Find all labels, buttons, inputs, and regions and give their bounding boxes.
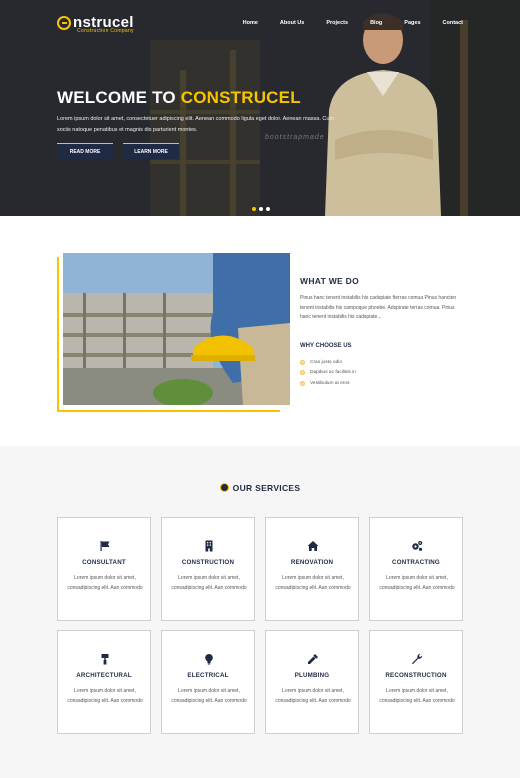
learn-more-button[interactable]: LEARN MORE bbox=[123, 143, 179, 159]
logo-mark-icon bbox=[57, 15, 71, 30]
service-description: Lorem ipsum dolor sit amet, consadipisci… bbox=[379, 575, 455, 591]
what-we-do-description: Pinus hanc tenent instabilis his cadspia… bbox=[300, 295, 457, 320]
building-icon bbox=[205, 540, 213, 552]
nav-about-us[interactable]: About Us bbox=[280, 20, 304, 26]
service-title: ELECTRICAL bbox=[187, 672, 229, 679]
service-description: Lorem ipsum dolor sit amet, consadipisci… bbox=[275, 688, 351, 704]
hero-title-prefix: WELCOME TO bbox=[57, 88, 181, 107]
service-description: Lorem ipsum dolor sit amet, consadipisci… bbox=[379, 688, 455, 704]
hero-section: nstrucel Construction Company Home About… bbox=[0, 0, 520, 216]
lightbulb-icon bbox=[205, 654, 213, 665]
service-card-construction[interactable]: CONSTRUCTION Lorem ipsum dolor sit amet,… bbox=[161, 517, 255, 621]
list-item: Vestibulum at eros bbox=[300, 378, 356, 389]
list-item-label: Dapibus ac facilisis in bbox=[310, 370, 356, 376]
slider-dot[interactable] bbox=[266, 207, 270, 211]
service-title: PLUMBING bbox=[294, 672, 330, 679]
services-title-text: OUR SERVICES bbox=[232, 483, 301, 493]
service-description: Lorem ipsum dolor sit amet, consadipisci… bbox=[67, 575, 143, 591]
nav-pages[interactable]: Pages bbox=[404, 20, 420, 26]
bullet-icon bbox=[300, 359, 305, 365]
service-title: RECONSTRUCTION bbox=[385, 672, 447, 679]
list-item: Cras justo odio bbox=[300, 357, 356, 368]
service-card-electrical[interactable]: ELECTRICAL Lorem ipsum dolor sit amet, c… bbox=[161, 630, 255, 734]
service-title: CONSULTANT bbox=[82, 559, 126, 566]
bullet-icon bbox=[300, 380, 305, 386]
service-title: CONTRACTING bbox=[392, 559, 440, 566]
main-nav: Home About Us Projects Blog Pages Contac… bbox=[221, 20, 463, 26]
list-item: Dapibus ac facilisis in bbox=[300, 368, 356, 379]
wrench-icon bbox=[412, 653, 423, 665]
logo-tagline: Construction Company bbox=[77, 28, 134, 34]
logo[interactable]: nstrucel Construction Company bbox=[57, 14, 134, 34]
paint-roller-icon bbox=[101, 654, 109, 665]
services-section: OUR SERVICES CONSULTANT Lorem ipsum dolo… bbox=[0, 446, 520, 778]
list-item-label: Cras justo odio bbox=[310, 359, 342, 365]
watermark: bootstrapmade bbox=[265, 134, 325, 141]
slider-dot[interactable] bbox=[259, 207, 263, 211]
service-description: Lorem ipsum dolor sit amet, consadipisci… bbox=[171, 575, 247, 591]
service-description: Lorem ipsum dolor sit amet, consadipisci… bbox=[171, 688, 247, 704]
flag-icon bbox=[100, 541, 110, 551]
nav-projects[interactable]: Projects bbox=[326, 20, 348, 26]
slider-dots bbox=[252, 207, 270, 211]
worker-helmet-image bbox=[63, 253, 290, 405]
bullet-icon bbox=[300, 370, 305, 376]
nav-contact[interactable]: Contact bbox=[443, 20, 463, 26]
list-item-label: Vestibulum at eros bbox=[310, 380, 350, 386]
service-title: CONSTRUCTION bbox=[181, 559, 235, 566]
hero-text: Lorem ipsum dolor sit amet, consectetuer… bbox=[57, 116, 334, 133]
what-we-do-section: WHAT WE DO Pinus hanc tenent instabilis … bbox=[0, 216, 520, 446]
read-more-button[interactable]: READ MORE bbox=[57, 143, 113, 159]
why-choose-us-title: WHY CHOOSE US bbox=[300, 343, 352, 349]
service-card-plumbing[interactable]: PLUMBING Lorem ipsum dolor sit amet, con… bbox=[265, 630, 359, 734]
slider-dot[interactable] bbox=[252, 207, 256, 211]
gear-badge-icon bbox=[219, 483, 229, 492]
nav-home[interactable]: Home bbox=[243, 20, 258, 26]
why-list: Cras justo odio Dapibus ac facilisis in … bbox=[300, 357, 356, 389]
home-icon bbox=[307, 541, 319, 551]
hero-title: WELCOME TO CONSTRUCEL bbox=[57, 88, 301, 108]
service-card-architectural[interactable]: ARCHITECTURAL Lorem ipsum dolor sit amet… bbox=[57, 630, 151, 734]
hero-worker-image bbox=[325, 13, 441, 216]
service-card-renovation[interactable]: RENOVATION Lorem ipsum dolor sit amet, c… bbox=[265, 517, 359, 621]
hero-title-accent: CONSTRUCEL bbox=[180, 88, 301, 107]
service-title: RENOVATION bbox=[290, 559, 334, 566]
service-card-consultant[interactable]: CONSULTANT Lorem ipsum dolor sit amet, c… bbox=[57, 517, 151, 621]
service-card-reconstruction[interactable]: RECONSTRUCTION Lorem ipsum dolor sit ame… bbox=[369, 630, 463, 734]
nav-blog[interactable]: Blog bbox=[370, 20, 382, 26]
services-title: OUR SERVICES bbox=[0, 483, 520, 493]
service-description: Lorem ipsum dolor sit amet, consadipisci… bbox=[67, 688, 143, 704]
service-card-contracting[interactable]: CONTRACTING Lorem ipsum dolor sit amet, … bbox=[369, 517, 463, 621]
eyedropper-icon bbox=[308, 654, 318, 664]
service-description: Lorem ipsum dolor sit amet, consadipisci… bbox=[275, 575, 351, 591]
gears-icon bbox=[412, 541, 423, 551]
what-we-do-title: WHAT WE DO bbox=[300, 276, 360, 286]
service-title: ARCHITECTURAL bbox=[76, 672, 132, 679]
